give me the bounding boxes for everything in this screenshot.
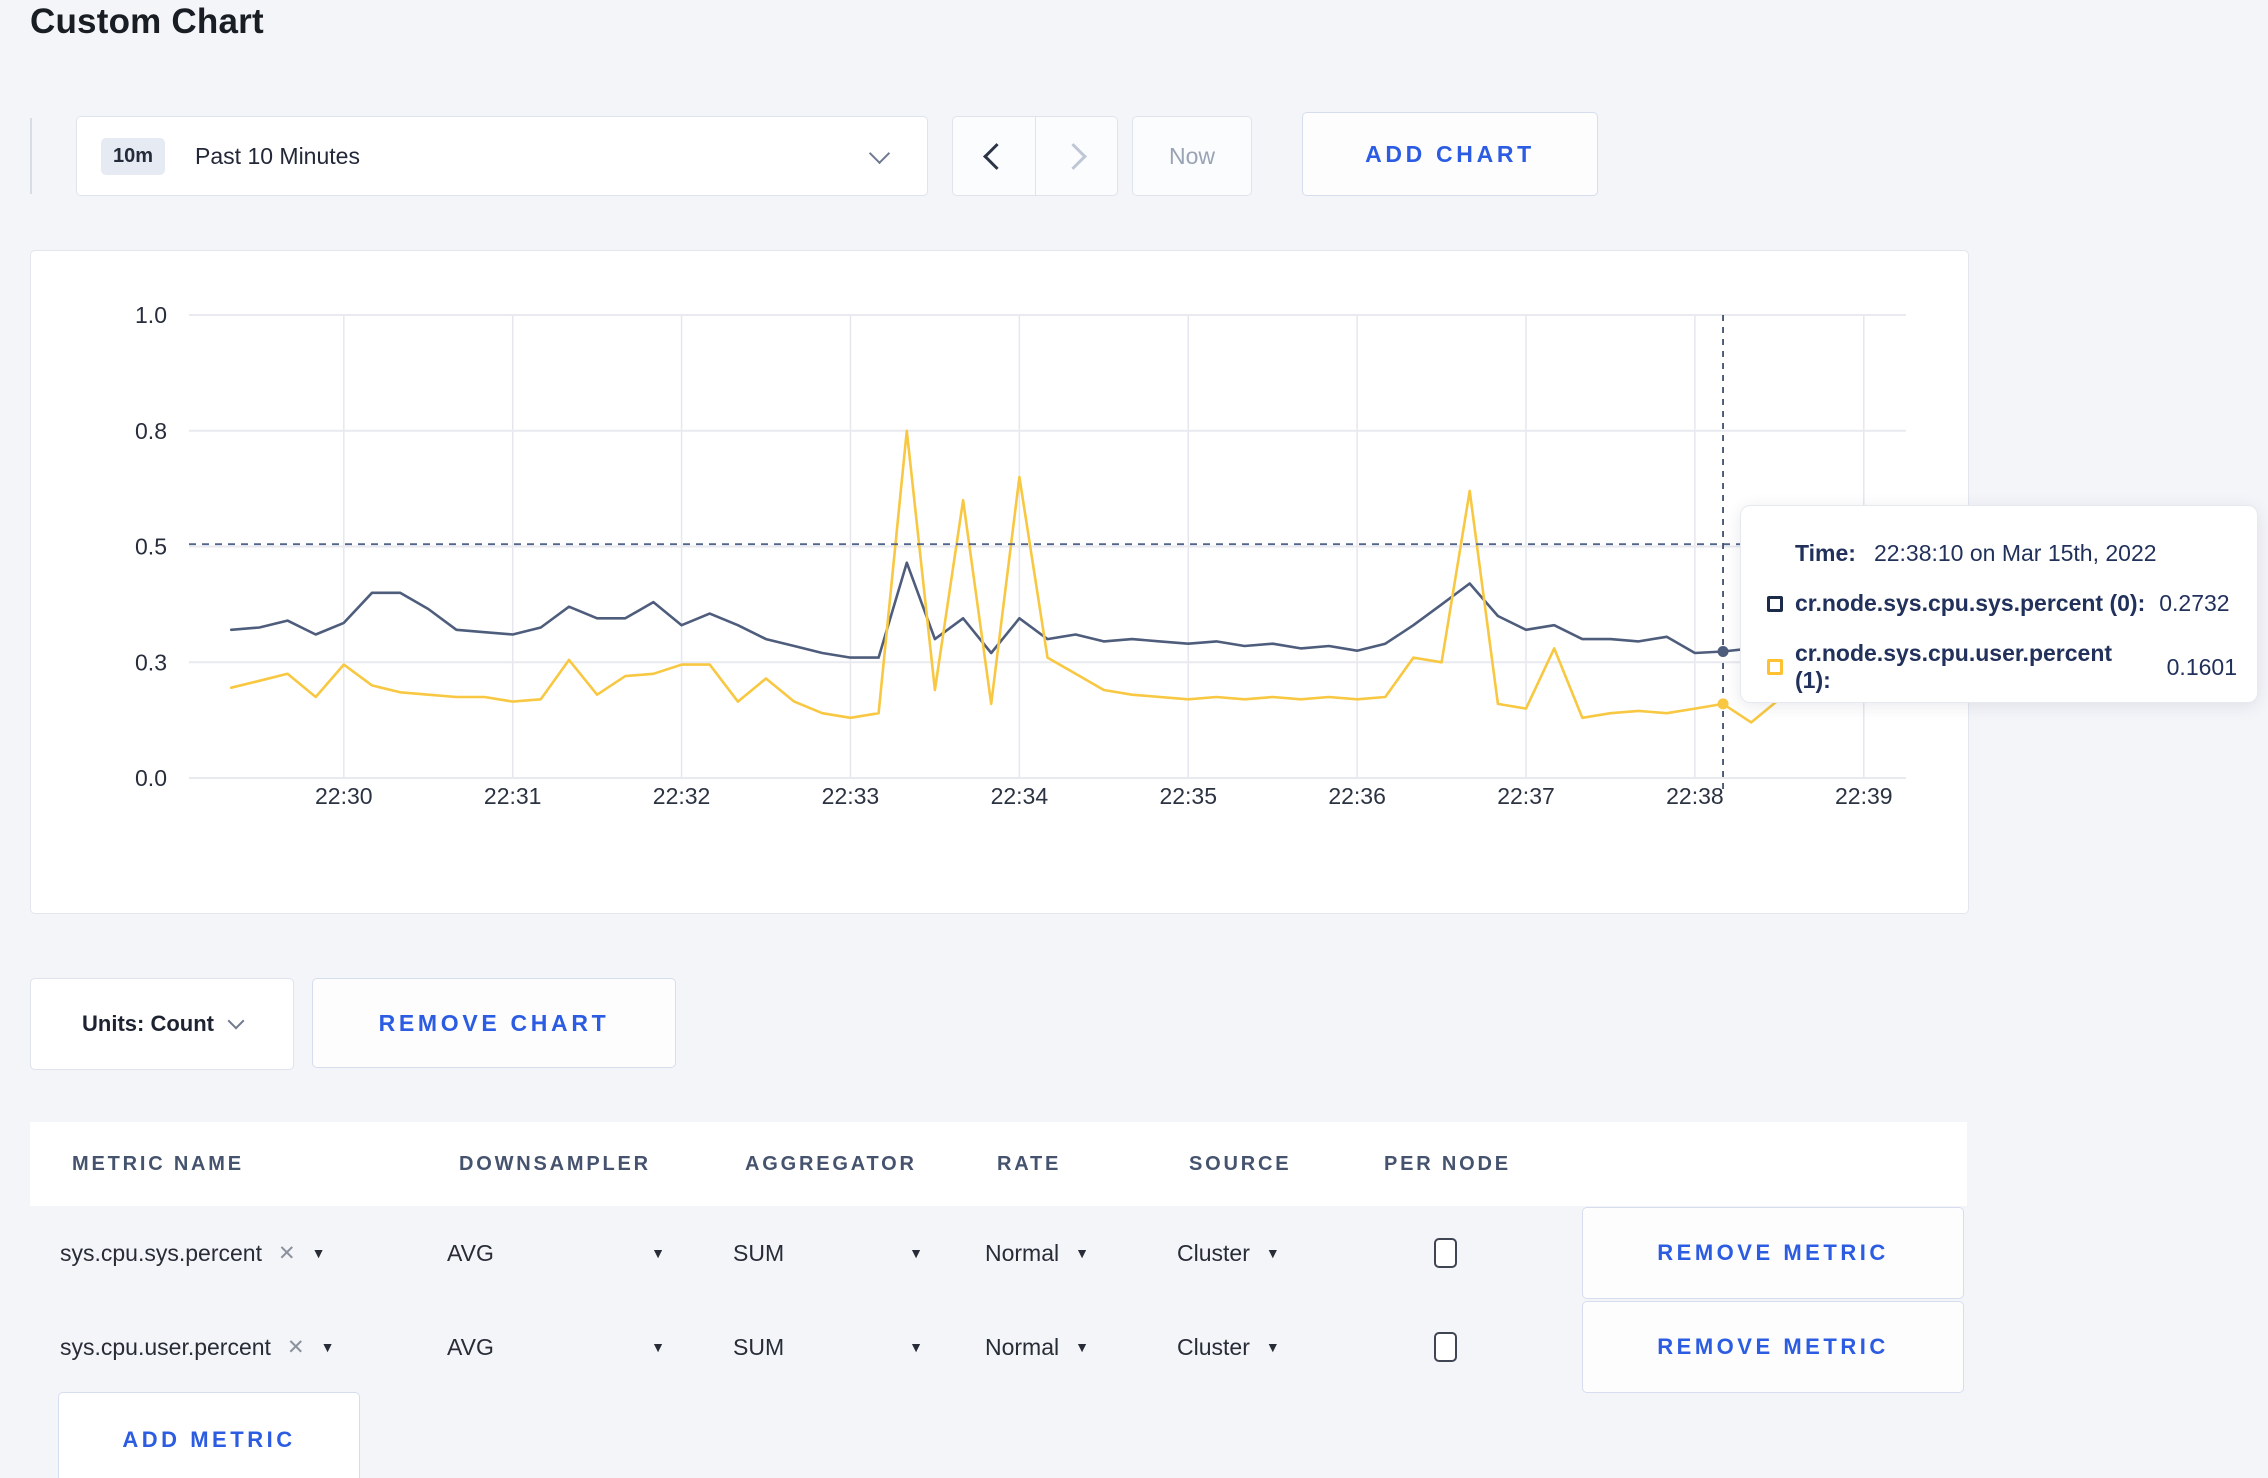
page-title: Custom Chart [30,2,264,41]
downsampler-select[interactable]: AVG ▼ [447,1334,665,1361]
time-range-label: Past 10 Minutes [195,142,360,169]
caret-down-icon: ▼ [1265,1339,1280,1355]
y-tick-label: 0.3 [135,649,167,675]
caret-down-icon: ▼ [1075,1245,1089,1261]
x-tick-label: 22:38 [1666,783,1724,809]
tooltip-series-row: cr.node.sys.cpu.sys.percent (0): 0.2732 [1767,590,2237,617]
sys-series-swatch-icon [1767,595,1783,612]
x-tick-label: 22:37 [1497,783,1555,809]
downsampler-select[interactable]: AVG ▼ [447,1240,665,1267]
per-node-checkbox[interactable] [1434,1332,1457,1362]
time-range-badge: 10m [101,137,166,175]
caret-down-icon: ▼ [651,1245,665,1261]
add-chart-button[interactable]: ADD CHART [1302,112,1598,196]
column-header-metric-name: METRIC NAME [72,1152,244,1175]
user-series-swatch-icon [1767,659,1783,675]
metric-row: sys.cpu.sys.percent ✕ ▼ AVG ▼ SUM ▼ Norm… [30,1206,1967,1300]
rate-select[interactable]: Normal ▼ [985,1240,1177,1267]
x-tick-label: 22:36 [1328,783,1386,809]
metric-name-value: sys.cpu.user.percent [60,1333,271,1360]
prev-interval-button[interactable] [953,117,1035,195]
remove-metric-button[interactable]: REMOVE METRIC [1582,1207,1964,1299]
metric-name-value: sys.cpu.sys.percent [60,1239,262,1266]
chevron-left-icon [983,142,1011,170]
next-interval-button[interactable] [1034,117,1118,195]
source-select[interactable]: Cluster ▼ [1177,1334,1372,1361]
remove-metric-button[interactable]: REMOVE METRIC [1582,1301,1964,1393]
metric-name-select[interactable]: sys.cpu.user.percent ✕ ▼ [60,1334,447,1361]
series-line [229,429,1894,724]
column-header-aggregator: AGGREGATOR [745,1152,917,1175]
metric-name-select[interactable]: sys.cpu.sys.percent ✕ ▼ [60,1240,447,1267]
x-tick-label: 22:30 [315,783,373,809]
x-tick-label: 22:39 [1835,783,1893,809]
y-tick-label: 0.8 [135,418,167,444]
y-tick-label: 0.0 [135,765,167,791]
toolbar-left-divider [30,118,32,194]
units-select[interactable]: Units: Count [30,978,294,1070]
per-node-checkbox[interactable] [1434,1238,1457,1268]
tooltip-time-row: Time: 22:38:10 on Mar 15th, 2022 [1767,540,2237,567]
caret-down-icon: ▼ [1265,1245,1280,1261]
caret-down-icon: ▼ [909,1339,923,1355]
aggregator-select[interactable]: SUM ▼ [733,1334,923,1361]
clear-metric-icon[interactable]: ✕ [278,1241,296,1266]
caret-down-icon: ▼ [651,1339,665,1355]
tooltip-series-value: 0.2732 [2159,590,2230,616]
rate-select[interactable]: Normal ▼ [985,1334,1177,1361]
caret-down-icon: ▼ [311,1245,326,1261]
add-metric-button[interactable]: ADD METRIC [58,1392,360,1478]
chart-tooltip: Time: 22:38:10 on Mar 15th, 2022 cr.node… [1740,505,2258,703]
hover-point-dot [1717,646,1729,658]
metric-row: sys.cpu.user.percent ✕ ▼ AVG ▼ SUM ▼ Nor… [30,1300,1967,1394]
x-tick-label: 22:34 [991,783,1049,809]
x-tick-label: 22:32 [653,783,711,809]
caret-down-icon: ▼ [909,1245,923,1261]
tooltip-series-name: cr.node.sys.cpu.sys.percent (0): [1795,590,2146,616]
tooltip-time-label: Time: [1795,540,1856,566]
hover-point-dot [1717,698,1729,710]
series-line [229,561,1894,659]
tooltip-time-value: 22:38:10 on Mar 15th, 2022 [1873,540,2157,566]
column-header-per-node: PER NODE [1384,1152,1511,1175]
time-range-select[interactable]: 10m Past 10 Minutes [76,116,928,196]
column-header-downsampler: DOWNSAMPLER [459,1152,651,1175]
caret-down-icon: ▼ [320,1339,335,1355]
chevron-right-icon [1059,142,1087,170]
time-pager [952,116,1118,196]
line-chart[interactable]: 22:30 22:31 22:32 22:33 22:34 22:35 22:36 22:37… [31,251,1968,913]
aggregator-select[interactable]: SUM ▼ [733,1240,923,1267]
x-tick-label: 22:31 [484,783,542,809]
units-label: Units: Count [82,1011,214,1036]
column-header-source: SOURCE [1189,1152,1292,1175]
tooltip-series-name: cr.node.sys.cpu.user.percent (1): [1795,640,2113,693]
tooltip-series-value: 0.1601 [2166,653,2237,680]
y-tick-label: 1.0 [135,302,167,328]
custom-chart-page: Custom Chart 10m Past 10 Minutes Now ADD… [0,0,2268,1478]
column-header-rate: RATE [997,1152,1062,1175]
x-tick-label: 22:33 [822,783,880,809]
metrics-table-header: METRIC NAME DOWNSAMPLER AGGREGATOR RATE … [30,1122,1967,1206]
remove-chart-button[interactable]: REMOVE CHART [312,978,676,1068]
x-tick-label: 22:35 [1159,783,1217,809]
source-select[interactable]: Cluster ▼ [1177,1240,1372,1267]
tooltip-series-row: cr.node.sys.cpu.user.percent (1): 0.1601 [1767,640,2237,694]
y-tick-label: 0.5 [135,534,167,560]
clear-metric-icon[interactable]: ✕ [287,1335,305,1360]
chevron-down-icon [868,142,891,164]
chart-card[interactable]: 22:30 22:31 22:32 22:33 22:34 22:35 22:36 22:37… [30,250,1969,914]
now-button[interactable]: Now [1132,116,1252,196]
chevron-down-icon [227,1012,245,1030]
caret-down-icon: ▼ [1075,1339,1089,1355]
